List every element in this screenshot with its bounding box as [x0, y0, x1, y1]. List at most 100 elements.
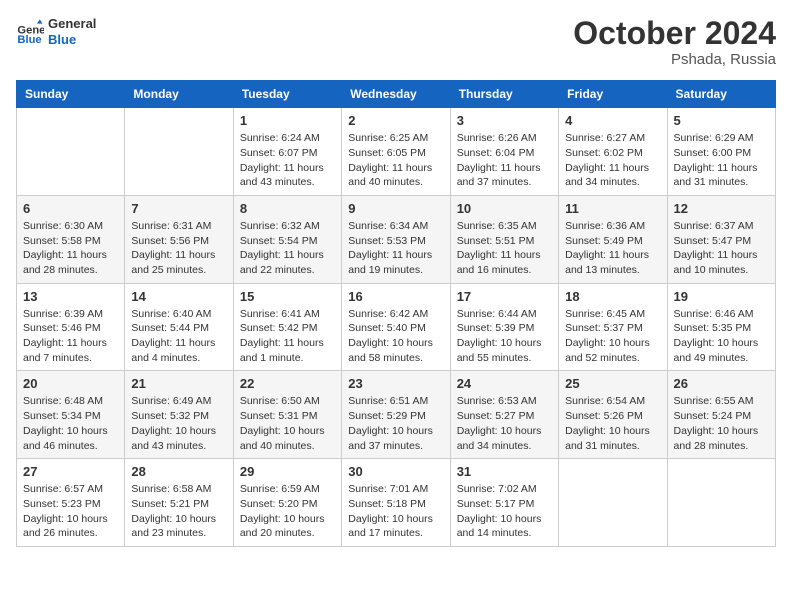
calendar-cell: 2 Sunrise: 6:25 AMSunset: 6:05 PMDaylight… [342, 108, 450, 196]
calendar-cell: 30 Sunrise: 7:01 AMSunset: 5:18 PMDayligh… [342, 459, 450, 547]
day-info: Sunrise: 6:39 AMSunset: 5:46 PMDaylight:… [23, 307, 118, 366]
day-info: Sunrise: 6:50 AMSunset: 5:31 PMDaylight:… [240, 394, 335, 453]
day-info: Sunrise: 7:01 AMSunset: 5:18 PMDaylight:… [348, 482, 443, 541]
logo-line1: General [48, 16, 96, 32]
calendar-cell [125, 108, 233, 196]
calendar-cell: 31Sunrise: 7:02 AMSunset: 5:17 PMDayligh… [450, 459, 558, 547]
calendar-cell: 11 Sunrise: 6:36 AMSunset: 5:49 PMDayligh… [559, 195, 667, 283]
calendar-cell: 10 Sunrise: 6:35 AMSunset: 5:51 PMDayligh… [450, 195, 558, 283]
day-info: Sunrise: 6:35 AMSunset: 5:51 PMDaylight:… [457, 219, 552, 278]
title-block: October 2024 Pshada, Russia [573, 16, 776, 68]
day-info: Sunrise: 6:24 AMSunset: 6:07 PMDaylight:… [240, 131, 335, 190]
calendar-cell [559, 459, 667, 547]
day-info: Sunrise: 6:44 AMSunset: 5:39 PMDaylight:… [457, 307, 552, 366]
calendar-cell: 4Sunrise: 6:27 AMSunset: 6:02 PMDaylight… [559, 108, 667, 196]
day-info: Sunrise: 6:41 AMSunset: 5:42 PMDaylight:… [240, 307, 335, 366]
calendar-cell: 29 Sunrise: 6:59 AMSunset: 5:20 PMDayligh… [233, 459, 341, 547]
day-number: 10 [457, 201, 552, 216]
calendar-week-row: 6Sunrise: 6:30 AMSunset: 5:58 PMDaylight… [17, 195, 776, 283]
weekday-header: Friday [559, 81, 667, 108]
calendar-header-row: SundayMondayTuesdayWednesdayThursdayFrid… [17, 81, 776, 108]
calendar-cell: 22 Sunrise: 6:50 AMSunset: 5:31 PMDayligh… [233, 371, 341, 459]
day-info: Sunrise: 6:55 AMSunset: 5:24 PMDaylight:… [674, 394, 769, 453]
day-info: Sunrise: 6:29 AMSunset: 6:00 PMDaylight:… [674, 131, 769, 190]
day-info: Sunrise: 6:40 AMSunset: 5:44 PMDaylight:… [131, 307, 226, 366]
calendar-cell: 7 Sunrise: 6:31 AMSunset: 5:56 PMDaylight… [125, 195, 233, 283]
calendar-cell: 6Sunrise: 6:30 AMSunset: 5:58 PMDaylight… [17, 195, 125, 283]
calendar-cell: 1 Sunrise: 6:24 AMSunset: 6:07 PMDaylight… [233, 108, 341, 196]
day-info: Sunrise: 6:51 AMSunset: 5:29 PMDaylight:… [348, 394, 443, 453]
day-number: 28 [131, 464, 226, 479]
day-number: 19 [674, 289, 769, 304]
calendar-cell: 5 Sunrise: 6:29 AMSunset: 6:00 PMDaylight… [667, 108, 775, 196]
day-number: 7 [131, 201, 226, 216]
day-info: Sunrise: 6:30 AMSunset: 5:58 PMDaylight:… [23, 219, 118, 278]
calendar-cell: 13 Sunrise: 6:39 AMSunset: 5:46 PMDayligh… [17, 283, 125, 371]
svg-text:Blue: Blue [17, 34, 41, 46]
day-number: 17 [457, 289, 552, 304]
day-info: Sunrise: 6:31 AMSunset: 5:56 PMDaylight:… [131, 219, 226, 278]
day-info: Sunrise: 6:45 AMSunset: 5:37 PMDaylight:… [565, 307, 660, 366]
day-info: Sunrise: 6:57 AMSunset: 5:23 PMDaylight:… [23, 482, 118, 541]
calendar-cell: 23Sunrise: 6:51 AMSunset: 5:29 PMDayligh… [342, 371, 450, 459]
weekday-header: Wednesday [342, 81, 450, 108]
day-number: 30 [348, 464, 443, 479]
day-number: 8 [240, 201, 335, 216]
logo-icon: General Blue [16, 18, 44, 46]
day-info: Sunrise: 6:48 AMSunset: 5:34 PMDaylight:… [23, 394, 118, 453]
day-info: Sunrise: 6:53 AMSunset: 5:27 PMDaylight:… [457, 394, 552, 453]
calendar-cell [667, 459, 775, 547]
day-info: Sunrise: 6:49 AMSunset: 5:32 PMDaylight:… [131, 394, 226, 453]
calendar-cell: 24 Sunrise: 6:53 AMSunset: 5:27 PMDayligh… [450, 371, 558, 459]
day-info: Sunrise: 6:42 AMSunset: 5:40 PMDaylight:… [348, 307, 443, 366]
day-info: Sunrise: 6:32 AMSunset: 5:54 PMDaylight:… [240, 219, 335, 278]
day-number: 15 [240, 289, 335, 304]
calendar-week-row: 27 Sunrise: 6:57 AMSunset: 5:23 PMDayligh… [17, 459, 776, 547]
day-number: 29 [240, 464, 335, 479]
calendar-cell: 17 Sunrise: 6:44 AMSunset: 5:39 PMDayligh… [450, 283, 558, 371]
calendar-cell: 27 Sunrise: 6:57 AMSunset: 5:23 PMDayligh… [17, 459, 125, 547]
day-number: 26 [674, 376, 769, 391]
day-number: 13 [23, 289, 118, 304]
day-number: 27 [23, 464, 118, 479]
location: Pshada, Russia [573, 51, 776, 68]
day-number: 1 [240, 113, 335, 128]
weekday-header: Monday [125, 81, 233, 108]
calendar-cell: 20 Sunrise: 6:48 AMSunset: 5:34 PMDayligh… [17, 371, 125, 459]
calendar-cell [17, 108, 125, 196]
calendar-cell: 26 Sunrise: 6:55 AMSunset: 5:24 PMDayligh… [667, 371, 775, 459]
calendar-cell: 14 Sunrise: 6:40 AMSunset: 5:44 PMDayligh… [125, 283, 233, 371]
day-number: 3 [457, 113, 552, 128]
calendar-cell: 9 Sunrise: 6:34 AMSunset: 5:53 PMDaylight… [342, 195, 450, 283]
day-info: Sunrise: 6:46 AMSunset: 5:35 PMDaylight:… [674, 307, 769, 366]
calendar-week-row: 1 Sunrise: 6:24 AMSunset: 6:07 PMDaylight… [17, 108, 776, 196]
calendar-cell: 3Sunrise: 6:26 AMSunset: 6:04 PMDaylight… [450, 108, 558, 196]
day-info: Sunrise: 6:34 AMSunset: 5:53 PMDaylight:… [348, 219, 443, 278]
calendar-cell: 16 Sunrise: 6:42 AMSunset: 5:40 PMDayligh… [342, 283, 450, 371]
calendar-cell: 18Sunrise: 6:45 AMSunset: 5:37 PMDayligh… [559, 283, 667, 371]
day-number: 9 [348, 201, 443, 216]
weekday-header: Thursday [450, 81, 558, 108]
day-number: 20 [23, 376, 118, 391]
day-number: 25 [565, 376, 660, 391]
day-info: Sunrise: 6:59 AMSunset: 5:20 PMDaylight:… [240, 482, 335, 541]
page-header: General Blue General Blue October 2024 P… [16, 16, 776, 68]
day-number: 16 [348, 289, 443, 304]
day-info: Sunrise: 6:58 AMSunset: 5:21 PMDaylight:… [131, 482, 226, 541]
month-title: October 2024 [573, 16, 776, 51]
day-number: 14 [131, 289, 226, 304]
day-number: 2 [348, 113, 443, 128]
day-number: 11 [565, 201, 660, 216]
calendar-cell: 15 Sunrise: 6:41 AMSunset: 5:42 PMDayligh… [233, 283, 341, 371]
weekday-header: Saturday [667, 81, 775, 108]
weekday-header: Sunday [17, 81, 125, 108]
day-number: 22 [240, 376, 335, 391]
day-number: 5 [674, 113, 769, 128]
day-info: Sunrise: 6:27 AMSunset: 6:02 PMDaylight:… [565, 131, 660, 190]
day-number: 24 [457, 376, 552, 391]
day-number: 12 [674, 201, 769, 216]
calendar-week-row: 13 Sunrise: 6:39 AMSunset: 5:46 PMDayligh… [17, 283, 776, 371]
logo-line2: Blue [48, 32, 96, 48]
day-info: Sunrise: 6:25 AMSunset: 6:05 PMDaylight:… [348, 131, 443, 190]
day-info: Sunrise: 6:36 AMSunset: 5:49 PMDaylight:… [565, 219, 660, 278]
